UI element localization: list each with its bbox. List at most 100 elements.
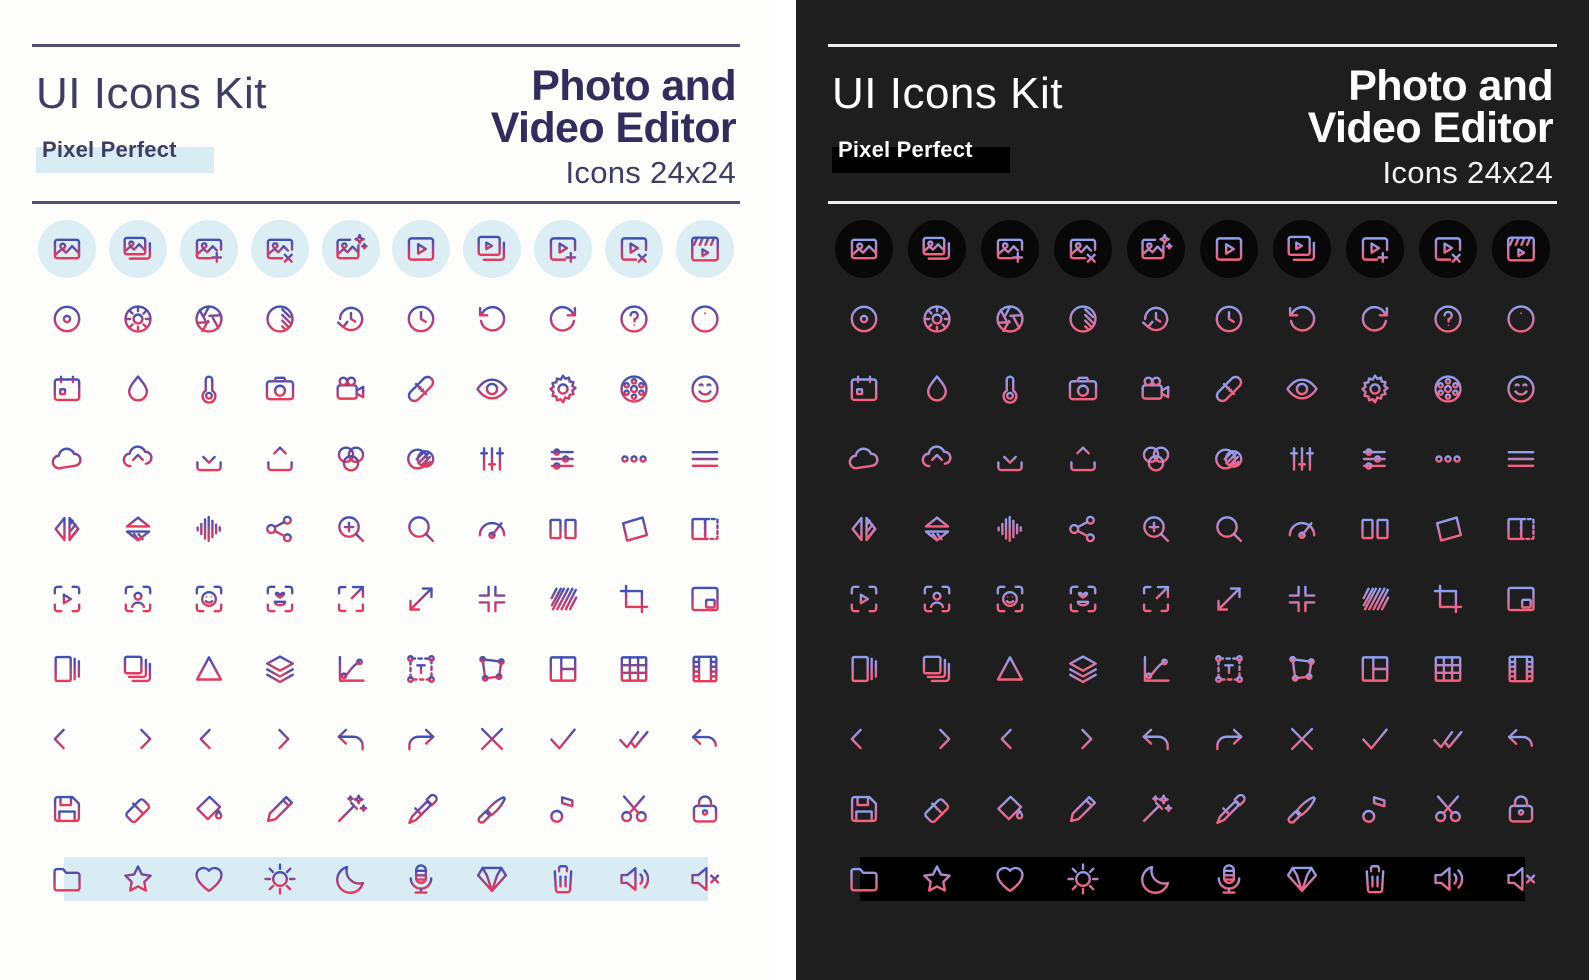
magic-wand-icon[interactable] [1125,778,1187,840]
collapse-crosshair-icon[interactable] [1271,568,1333,630]
bandage-icon[interactable] [390,358,452,420]
contrast-icon[interactable] [249,288,311,350]
share-upload-icon[interactable] [249,428,311,490]
texture-stripes-icon[interactable] [532,568,594,630]
skew-transform-icon[interactable] [1417,498,1479,560]
speedometer-icon[interactable] [461,498,523,560]
arrow-to-end-icon[interactable] [249,708,311,770]
image-magic-icon[interactable] [320,218,382,280]
gear-icon[interactable] [532,358,594,420]
image-add-icon[interactable] [979,218,1041,280]
arrow-right-icon[interactable] [906,708,968,770]
revert-arrow-icon[interactable] [674,708,736,770]
contrast-icon[interactable] [1052,288,1114,350]
magic-wand-icon[interactable] [320,778,382,840]
resize-diagonal-icon[interactable] [390,568,452,630]
video-remove-icon[interactable] [603,218,665,280]
gear-icon[interactable] [1344,358,1406,420]
videos-stack-icon[interactable] [461,218,523,280]
zoom-in-icon[interactable] [1125,498,1187,560]
more-dots-icon[interactable] [603,428,665,490]
scissors-icon[interactable] [1417,778,1479,840]
redo-icon[interactable] [1198,708,1260,770]
arrow-right-icon[interactable] [107,708,169,770]
blend-modes-icon[interactable] [390,428,452,490]
share-network-icon[interactable] [249,498,311,560]
history-clock-icon[interactable] [1125,288,1187,350]
split-view-icon[interactable] [1344,498,1406,560]
color-wheel-icon[interactable] [906,288,968,350]
smiley-face-icon[interactable] [674,358,736,420]
zoom-in-icon[interactable] [320,498,382,560]
crop-icon[interactable] [1417,568,1479,630]
video-add-icon[interactable] [1344,218,1406,280]
help-circle-icon[interactable] [1417,288,1479,350]
page-split-icon[interactable] [36,638,98,700]
cloud-icon[interactable] [36,428,98,490]
expand-corner-icon[interactable] [320,568,382,630]
image-remove-icon[interactable] [1052,218,1114,280]
smiley-face-icon[interactable] [1490,358,1552,420]
flip-vertical-icon[interactable] [906,498,968,560]
eyedropper-icon[interactable] [390,778,452,840]
flip-vertical-icon[interactable] [107,498,169,560]
menu-hamburger-icon[interactable] [674,428,736,490]
curve-graph-icon[interactable] [1125,638,1187,700]
texture-stripes-icon[interactable] [1344,568,1406,630]
layout-grid-icon[interactable] [532,638,594,700]
bandage-icon[interactable] [1198,358,1260,420]
mask-panel-icon[interactable] [1490,498,1552,560]
double-check-icon[interactable] [1417,708,1479,770]
eyedropper-icon[interactable] [1198,778,1260,840]
download-icon[interactable] [178,428,240,490]
color-mix-icon[interactable] [1125,428,1187,490]
focus-person-icon[interactable] [906,568,968,630]
triangle-shape-icon[interactable] [178,638,240,700]
video-remove-icon[interactable] [1417,218,1479,280]
image-icon[interactable] [36,218,98,280]
close-x-icon[interactable] [1271,708,1333,770]
blend-modes-icon[interactable] [1198,428,1260,490]
waveform-icon[interactable] [178,498,240,560]
eye-icon[interactable] [461,358,523,420]
paintbrush-icon[interactable] [461,778,523,840]
clapperboard-icon[interactable] [674,218,736,280]
cloud-upload-icon[interactable] [107,428,169,490]
menu-hamburger-icon[interactable] [1490,428,1552,490]
paint-bucket-icon[interactable] [178,778,240,840]
expand-corner-icon[interactable] [1125,568,1187,630]
water-drop-icon[interactable] [107,358,169,420]
focus-face-icon[interactable] [979,568,1041,630]
arrow-to-start-icon[interactable] [979,708,1041,770]
focus-person-icon[interactable] [107,568,169,630]
check-icon[interactable] [532,708,594,770]
eraser-icon[interactable] [107,778,169,840]
download-icon[interactable] [979,428,1041,490]
picture-in-picture-icon[interactable] [674,568,736,630]
info-circle-icon[interactable] [674,288,736,350]
water-drop-icon[interactable] [906,358,968,420]
skew-transform-icon[interactable] [603,498,665,560]
lock-icon[interactable] [674,778,736,840]
grid-table-icon[interactable] [1417,638,1479,700]
split-view-icon[interactable] [532,498,594,560]
images-stack-icon[interactable] [906,218,968,280]
arrow-left-icon[interactable] [36,708,98,770]
layout-grid-icon[interactable] [1344,638,1406,700]
image-magic-icon[interactable] [1125,218,1187,280]
rotate-right-icon[interactable] [532,288,594,350]
text-box-icon[interactable] [1198,638,1260,700]
focus-face-icon[interactable] [178,568,240,630]
arrow-to-start-icon[interactable] [178,708,240,770]
zoom-out-icon[interactable] [1198,498,1260,560]
focus-video-icon[interactable] [36,568,98,630]
camera-icon[interactable] [249,358,311,420]
save-floppy-icon[interactable] [36,778,98,840]
clapperboard-icon[interactable] [1490,218,1552,280]
film-reel-icon[interactable] [1417,358,1479,420]
film-strip-icon[interactable] [1490,638,1552,700]
vertical-sliders-icon[interactable] [1271,428,1333,490]
undo-icon[interactable] [1125,708,1187,770]
copy-layers-icon[interactable] [906,638,968,700]
images-stack-icon[interactable] [107,218,169,280]
